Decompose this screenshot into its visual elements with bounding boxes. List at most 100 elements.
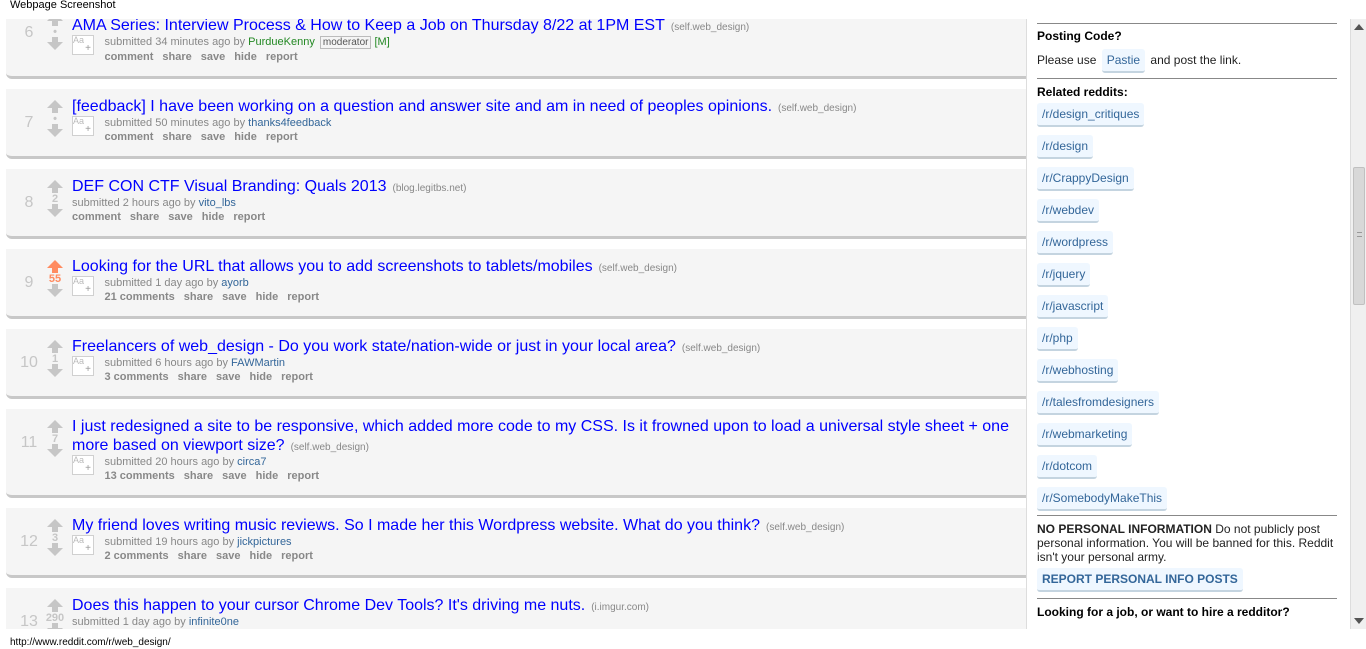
author-link[interactable]: FAWMartin bbox=[231, 357, 285, 369]
post-domain[interactable]: (self.web_design) bbox=[291, 442, 369, 453]
comments-link[interactable]: 21 comments bbox=[104, 291, 174, 303]
expando-button[interactable]: Aa + bbox=[72, 276, 94, 296]
hide-link[interactable]: hide bbox=[250, 550, 273, 562]
save-link[interactable]: save bbox=[201, 51, 225, 63]
related-reddit-link[interactable]: /r/talesfromdesigners bbox=[1037, 391, 1160, 415]
report-link[interactable]: report bbox=[287, 470, 319, 482]
post-title-link[interactable]: AMA Series: Interview Process & How to K… bbox=[72, 19, 665, 34]
author-link[interactable]: ayorb bbox=[221, 277, 249, 289]
save-link[interactable]: save bbox=[222, 470, 246, 482]
downvote-arrow-icon[interactable] bbox=[47, 444, 63, 457]
downvote-arrow-icon[interactable] bbox=[47, 124, 63, 137]
post-title-link[interactable]: I just redesigned a site to be responsiv… bbox=[72, 418, 1009, 454]
comments-link[interactable]: 2 comments bbox=[104, 550, 168, 562]
related-reddit-link[interactable]: /r/webhosting bbox=[1037, 359, 1119, 383]
post-title-link[interactable]: Does this happen to your cursor Chrome D… bbox=[72, 597, 585, 614]
vertical-scrollbar[interactable] bbox=[1350, 19, 1366, 629]
upvote-arrow-icon[interactable] bbox=[47, 420, 63, 433]
post-title-link[interactable]: Looking for the URL that allows you to a… bbox=[72, 258, 593, 275]
expando-button[interactable]: Aa + bbox=[72, 356, 94, 376]
comments-link[interactable]: comment bbox=[104, 131, 153, 143]
related-reddit-link[interactable]: /r/jquery bbox=[1037, 263, 1091, 287]
hide-link[interactable]: hide bbox=[202, 211, 225, 223]
author-link[interactable]: PurdueKenny bbox=[248, 36, 315, 48]
author-link[interactable]: infinite0ne bbox=[189, 616, 239, 628]
scroll-up-arrow-icon[interactable] bbox=[1354, 24, 1364, 30]
upvote-arrow-icon[interactable] bbox=[47, 599, 63, 612]
post-title-link[interactable]: My friend loves writing music reviews. S… bbox=[72, 517, 760, 534]
related-reddit-link[interactable]: /r/SomebodyMakeThis bbox=[1037, 487, 1168, 511]
post-domain[interactable]: (self.web_design) bbox=[778, 103, 856, 114]
related-reddit-link[interactable]: /r/wordpress bbox=[1037, 231, 1114, 255]
share-link[interactable]: share bbox=[162, 51, 191, 63]
post-domain[interactable]: (self.web_design) bbox=[766, 522, 844, 533]
share-link[interactable]: share bbox=[184, 470, 213, 482]
report-link[interactable]: report bbox=[233, 211, 265, 223]
comments-link[interactable]: comment bbox=[72, 211, 121, 223]
comments-link[interactable]: comment bbox=[104, 51, 153, 63]
related-reddit-link[interactable]: /r/CrappyDesign bbox=[1037, 167, 1134, 191]
downvote-arrow-icon[interactable] bbox=[47, 284, 63, 297]
upvote-arrow-icon[interactable] bbox=[47, 260, 63, 273]
author-link[interactable]: thanks4feedback bbox=[248, 117, 331, 129]
save-link[interactable]: save bbox=[216, 371, 240, 383]
scrollbar-thumb[interactable] bbox=[1353, 167, 1365, 305]
author-link[interactable]: circa7 bbox=[237, 456, 266, 468]
report-link[interactable]: report bbox=[281, 550, 313, 562]
hide-link[interactable]: hide bbox=[256, 291, 279, 303]
post-domain[interactable]: (self.web_design) bbox=[682, 343, 760, 354]
share-link[interactable]: share bbox=[178, 550, 207, 562]
post-title-link[interactable]: Freelancers of web_design - Do you work … bbox=[72, 338, 676, 355]
expando-button[interactable]: Aa + bbox=[72, 116, 94, 136]
post-domain[interactable]: (self.web_design) bbox=[671, 22, 749, 33]
report-link[interactable]: report bbox=[287, 291, 319, 303]
related-reddit-link[interactable]: /r/dotcom bbox=[1037, 455, 1098, 479]
scroll-down-arrow-icon[interactable] bbox=[1354, 618, 1364, 624]
expando-button[interactable]: Aa + bbox=[72, 35, 94, 55]
save-link[interactable]: save bbox=[201, 131, 225, 143]
expando-button[interactable]: Aa + bbox=[72, 455, 94, 475]
downvote-arrow-icon[interactable] bbox=[47, 37, 63, 50]
author-link[interactable]: vito_lbs bbox=[199, 197, 236, 209]
related-reddit-link[interactable]: /r/javascript bbox=[1037, 295, 1109, 319]
downvote-arrow-icon[interactable] bbox=[47, 204, 63, 217]
post-title-link[interactable]: [feedback] I have been working on a ques… bbox=[72, 98, 772, 115]
upvote-arrow-icon[interactable] bbox=[47, 340, 63, 353]
post-domain[interactable]: (i.imgur.com) bbox=[591, 602, 649, 613]
save-link[interactable]: save bbox=[168, 211, 192, 223]
related-reddit-link[interactable]: /r/webmarketing bbox=[1037, 423, 1133, 447]
related-reddit-link[interactable]: /r/php bbox=[1037, 327, 1078, 351]
hide-link[interactable]: hide bbox=[256, 470, 279, 482]
downvote-arrow-icon[interactable] bbox=[47, 364, 63, 377]
comments-link[interactable]: 13 comments bbox=[104, 470, 174, 482]
share-link[interactable]: share bbox=[162, 131, 191, 143]
post-domain[interactable]: (self.web_design) bbox=[599, 263, 677, 274]
save-link[interactable]: save bbox=[216, 550, 240, 562]
related-reddit-link[interactable]: /r/webdev bbox=[1037, 199, 1100, 223]
pastie-link[interactable]: Pastie bbox=[1101, 49, 1146, 73]
related-reddit-link[interactable]: /r/design bbox=[1037, 135, 1094, 159]
post-title-link[interactable]: DEF CON CTF Visual Branding: Quals 2013 bbox=[72, 178, 387, 195]
report-link[interactable]: report bbox=[266, 51, 298, 63]
hide-link[interactable]: hide bbox=[234, 131, 257, 143]
report-personal-info-button[interactable]: REPORT PERSONAL INFO POSTS bbox=[1037, 568, 1243, 592]
upvote-arrow-icon[interactable] bbox=[47, 519, 63, 532]
upvote-arrow-icon[interactable] bbox=[47, 100, 63, 113]
comments-link[interactable]: 3 comments bbox=[104, 371, 168, 383]
related-reddit-link[interactable]: /r/design_critiques bbox=[1037, 103, 1145, 127]
post-item: 10 1 Freelancers of web_design - Do you … bbox=[6, 329, 1026, 399]
downvote-arrow-icon[interactable] bbox=[47, 543, 63, 556]
share-link[interactable]: share bbox=[178, 371, 207, 383]
save-link[interactable]: save bbox=[222, 291, 246, 303]
upvote-arrow-icon[interactable] bbox=[47, 19, 63, 26]
share-link[interactable]: share bbox=[184, 291, 213, 303]
hide-link[interactable]: hide bbox=[234, 51, 257, 63]
author-link[interactable]: jickpictures bbox=[237, 536, 291, 548]
report-link[interactable]: report bbox=[266, 131, 298, 143]
upvote-arrow-icon[interactable] bbox=[47, 180, 63, 193]
report-link[interactable]: report bbox=[281, 371, 313, 383]
expando-button[interactable]: Aa + bbox=[72, 535, 94, 555]
hide-link[interactable]: hide bbox=[250, 371, 273, 383]
share-link[interactable]: share bbox=[130, 211, 159, 223]
post-domain[interactable]: (blog.legitbs.net) bbox=[393, 183, 467, 194]
